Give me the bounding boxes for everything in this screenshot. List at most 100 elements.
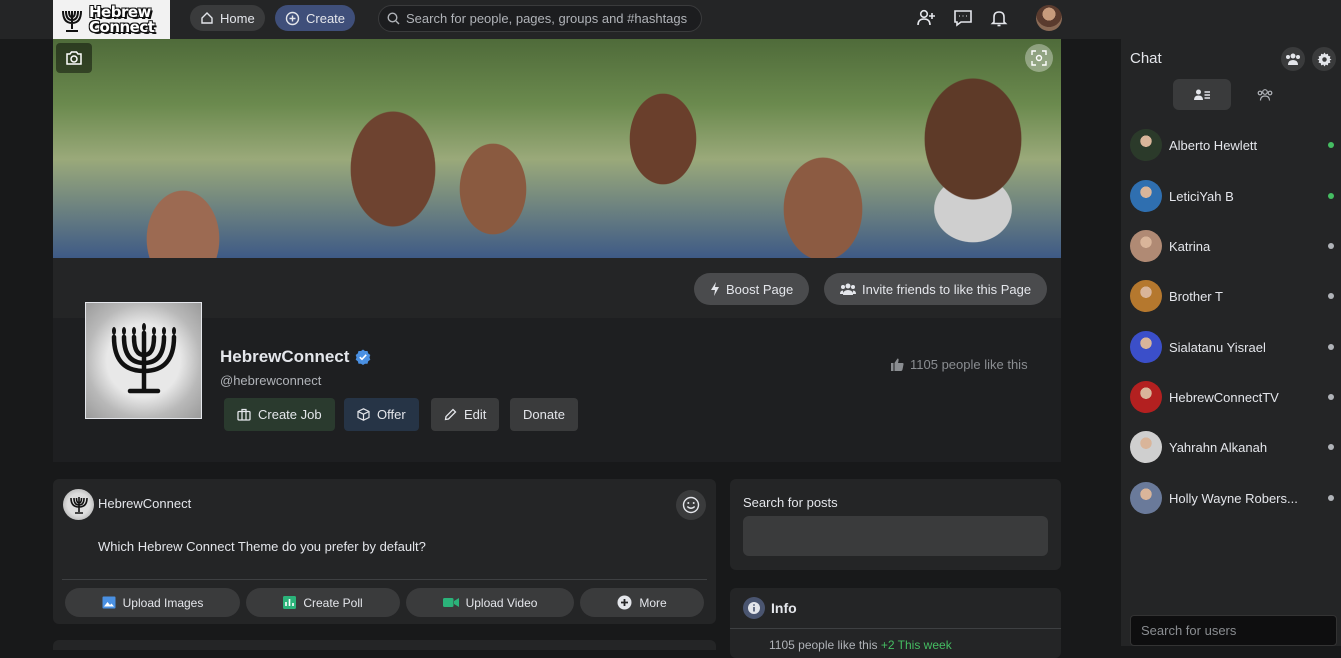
chat-user-name: Holly Wayne Robers... [1169,490,1298,506]
upload-video-label: Upload Video [465,595,538,610]
profile-info-panel [53,318,1061,462]
contacts-icon [1194,89,1210,100]
settings-gear-icon[interactable] [1312,47,1336,71]
chat-user-row[interactable]: Holly Wayne Robers... [1130,482,1338,514]
composer-divider [62,579,707,580]
boost-label: Boost Page [726,281,794,297]
add-friend-icon[interactable] [915,7,937,29]
likes-text: 1105 people like this [910,357,1028,372]
menorah-icon [69,496,88,514]
image-icon [102,596,116,609]
home-label: Home [220,10,255,26]
camera-icon[interactable] [56,43,92,73]
presence-dot [1328,344,1334,350]
notifications-bell-icon[interactable] [988,7,1010,29]
create-button[interactable]: Create [275,5,356,31]
create-poll-button[interactable]: Create Poll [246,588,400,617]
chat-user-name: Alberto Hewlett [1169,137,1258,153]
chat-user-avatar [1130,482,1162,514]
chat-tab-contacts[interactable] [1173,79,1231,110]
messages-icon[interactable] [952,7,974,29]
composer-author: HebrewConnect [98,496,192,511]
chat-user-row[interactable]: HebrewConnectTV [1130,381,1338,413]
group-icon [840,283,856,295]
pencil-icon [444,408,457,421]
info-divider [730,628,1061,629]
search-posts-input[interactable] [743,516,1048,556]
page-avatar[interactable] [85,302,202,419]
home-button[interactable]: Home [190,5,265,31]
menorah-icon [111,322,176,393]
emoji-icon[interactable] [676,490,706,520]
chat-user-avatar [1130,381,1162,413]
donate-button[interactable]: Donate [510,398,578,431]
presence-dot [1328,193,1334,199]
upload-video-button[interactable]: Upload Video [406,588,574,617]
search-posts-title: Search for posts [743,495,838,510]
global-search[interactable] [378,5,702,32]
invite-friends-button[interactable]: Invite friends to like this Page [824,273,1048,305]
offer-button[interactable]: Offer [344,398,419,431]
composer-avatar [63,489,94,520]
page-name-text: HebrewConnect [220,347,350,366]
presence-dot [1328,243,1334,249]
create-group-icon[interactable] [1281,47,1305,71]
plus-circle-icon [617,595,632,610]
global-search-input[interactable] [406,11,696,26]
chat-user-name: Yahrahn Alkanah [1169,439,1268,455]
box-icon [357,408,370,421]
cover-photo [53,39,1061,258]
plus-circle-icon [285,11,300,25]
chat-user-avatar [1130,129,1162,161]
chat-user-row[interactable]: Brother T [1130,280,1338,312]
chat-search-input[interactable] [1130,615,1337,646]
create-poll-label: Create Poll [303,595,363,610]
search-icon [387,12,400,25]
chat-user-avatar [1130,331,1162,363]
info-likes-text: 1105 people like this [769,638,878,652]
page-handle: @hebrewconnect [220,373,322,388]
more-button[interactable]: More [580,588,704,617]
chat-user-avatar [1130,280,1162,312]
info-week-text: +2 This week [880,638,952,652]
info-title: Info [771,600,797,616]
chat-user-row[interactable]: Yahrahn Alkanah [1130,431,1338,463]
chat-user-name: Sialatanu Yisrael [1169,339,1266,355]
edit-label: Edit [464,407,487,422]
create-job-label: Create Job [258,407,322,422]
chat-user-name: Brother T [1169,288,1223,304]
boost-page-button[interactable]: Boost Page [694,273,810,305]
reposition-icon[interactable] [1025,44,1053,72]
upload-images-button[interactable]: Upload Images [65,588,240,617]
user-avatar[interactable] [1036,5,1062,31]
presence-dot [1328,293,1334,299]
edit-button[interactable]: Edit [431,398,500,431]
upload-images-label: Upload Images [122,595,204,610]
chat-user-avatar [1130,431,1162,463]
chat-user-row[interactable]: Katrina [1130,230,1338,262]
briefcase-icon [237,408,251,421]
create-label: Create [306,10,346,26]
video-camera-icon [442,598,459,607]
composer-text[interactable]: Which Hebrew Connect Theme do you prefer… [98,539,426,554]
more-label: More [639,595,667,610]
chat-user-row[interactable]: Sialatanu Yisrael [1130,331,1338,363]
create-job-button[interactable]: Create Job [224,398,335,431]
presence-dot [1328,495,1334,501]
site-logo[interactable]: Hebrew Connect [53,0,170,39]
presence-dot [1328,394,1334,400]
chat-tab-groups[interactable] [1236,79,1294,110]
logo-text-line2: Connect [89,17,155,36]
offer-label: Offer [377,407,406,422]
chat-title: Chat [1130,50,1162,67]
chat-user-row[interactable]: LeticiYah B [1130,180,1338,212]
chat-user-avatar [1130,180,1162,212]
chat-user-avatar [1130,230,1162,262]
chat-user-name: Katrina [1169,238,1211,254]
info-icon [743,597,765,619]
presence-dot [1328,444,1334,450]
presence-dot [1328,142,1334,148]
chat-user-row[interactable]: Alberto Hewlett [1130,129,1338,161]
verified-badge-icon [356,349,371,365]
thumbs-up-icon [891,358,904,371]
